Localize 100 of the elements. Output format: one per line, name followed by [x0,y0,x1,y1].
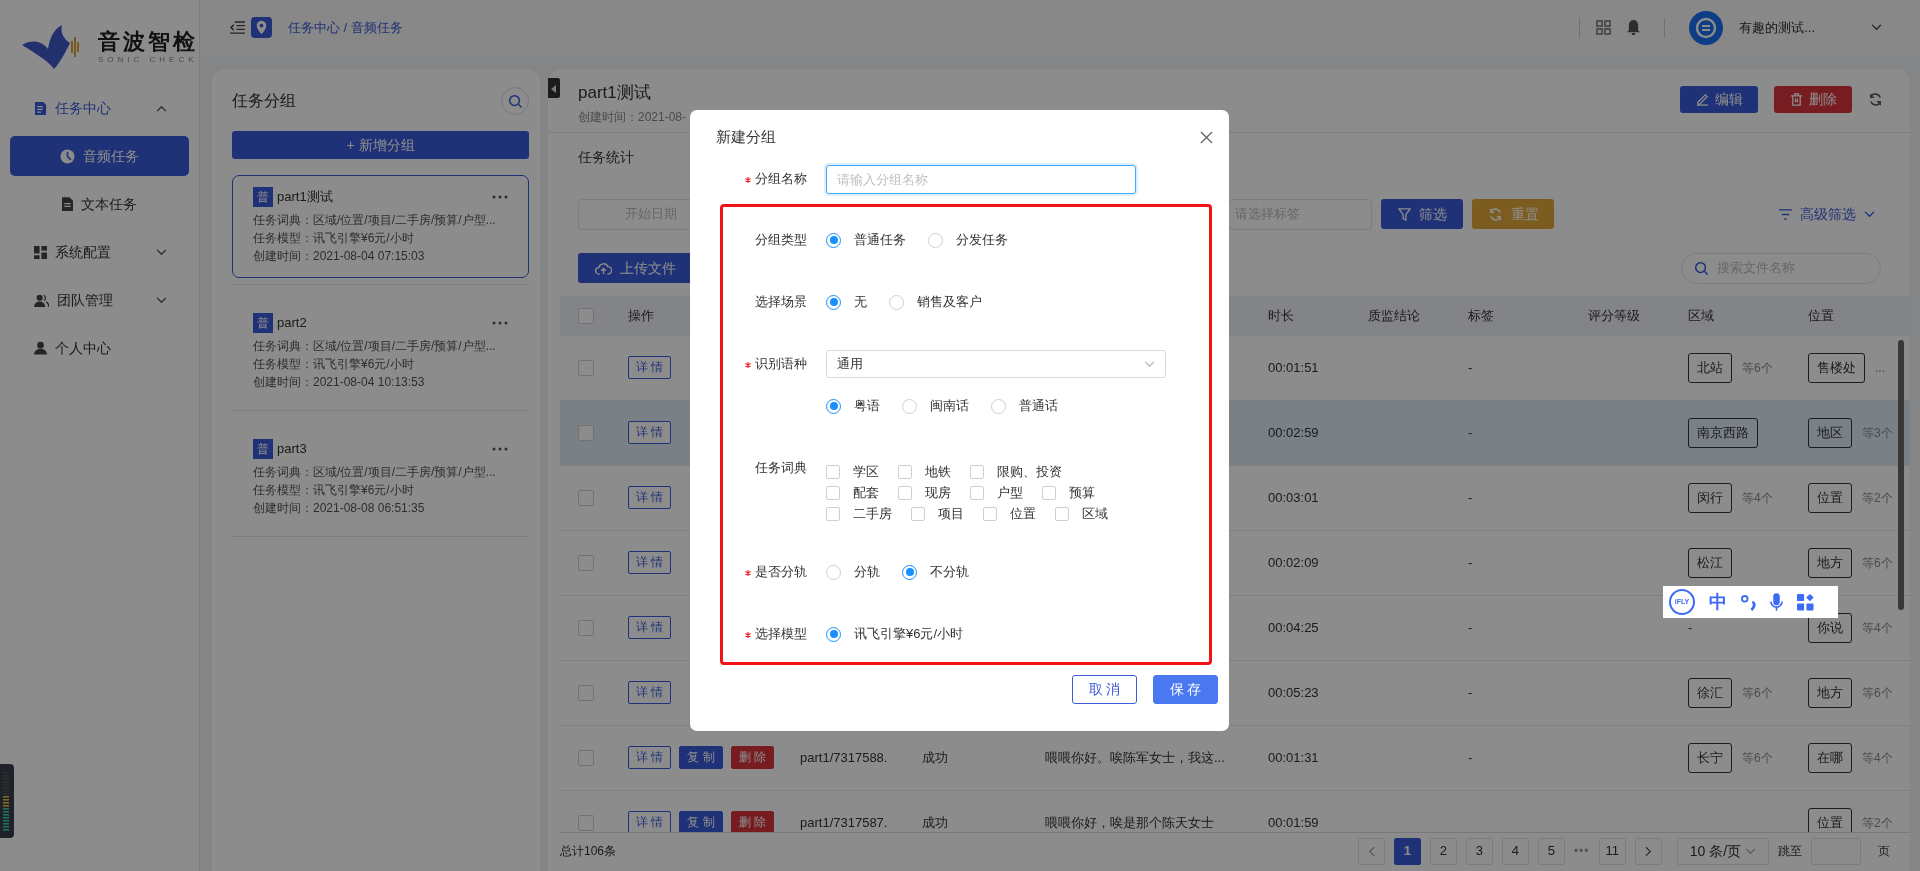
checkbox[interactable] [578,619,594,636]
breadcrumb[interactable]: 任务中心 / 音频任务 [288,17,403,38]
detail-button[interactable]: 详 情 [628,746,672,769]
checkbox-option[interactable]: 户型 [970,482,1023,503]
page-button[interactable]: 5 [1537,837,1565,865]
menu-fold-icon[interactable] [230,21,245,34]
page-button[interactable]: 4 [1501,837,1529,865]
page-button[interactable]: 2 [1429,837,1457,865]
checkbox-option[interactable]: 学区 [826,461,879,482]
group-name-field[interactable]: 请输入分组名称 [826,165,1136,194]
radio-option[interactable]: 普通任务 [826,226,906,254]
copy-button[interactable]: 复 制 [679,746,723,769]
checkbox[interactable] [578,489,594,506]
detail-button[interactable]: 详 情 [628,421,672,444]
file-name: part1/7317588. [800,748,888,767]
checkbox[interactable] [578,554,594,571]
bell-icon[interactable] [1627,20,1641,35]
location-pin-icon[interactable] [251,17,272,38]
more-icon[interactable] [492,195,508,199]
radio-option[interactable]: 不分轨 [902,558,969,586]
location-tag: 地方 [1808,547,1852,578]
group-card[interactable]: 普 part2 任务词典：区域/位置/项目/二手房/预算/户型... 任务模型：讯飞引擎¥6元/小时 创建时间：2021-08-04 10:13:53 [232,301,529,404]
checkbox-option[interactable]: 现房 [898,482,951,503]
advanced-filter-link[interactable]: 高级筛选 [1779,203,1875,225]
input-mode-toggle[interactable]: 中 [1709,588,1727,616]
document-icon [34,100,47,116]
detail-button[interactable]: 详 情 [628,551,672,574]
checkbox[interactable] [578,749,594,766]
page-button[interactable]: 1 [1393,837,1421,865]
radio-option[interactable]: 无 [826,288,867,316]
checkbox-option[interactable]: 限购、投资 [970,461,1062,482]
more-icon[interactable] [492,447,508,451]
checkbox[interactable] [578,684,594,701]
checkbox[interactable] [578,814,594,831]
checkbox-option[interactable]: 预算 [1042,482,1095,503]
sidebar-subitem[interactable]: 文本任务 [10,184,189,224]
form-label: 是否分轨 [755,564,807,579]
type-badge: 普 [253,439,273,459]
checkbox-option[interactable]: 地铁 [898,461,951,482]
avatar[interactable] [1689,10,1724,45]
collapse-handle[interactable] [548,78,560,98]
add-group-button[interactable]: + 新增分组 [232,131,529,159]
close-icon[interactable] [1200,131,1213,144]
punctuation-icon[interactable] [1741,593,1756,611]
checkbox-option[interactable]: 二手房 [826,503,892,524]
delete-button[interactable]: 删 除 [730,746,775,769]
duration-text: 00:01:51 [1268,358,1319,377]
more-count: 等2个 [1862,489,1893,507]
radio-option[interactable]: 分轨 [826,558,880,586]
sidebar-item[interactable]: 任务中心 [10,88,189,128]
detail-button[interactable]: 详 情 [628,681,672,704]
cancel-button[interactable]: 取 消 [1072,675,1137,704]
user-name[interactable]: 有趣的测试... [1739,17,1815,38]
upload-button[interactable]: 上传文件 [578,253,692,283]
apps-icon[interactable] [1797,593,1814,611]
sidebar-item[interactable]: 团队管理 [10,280,189,320]
save-button[interactable]: 保 存 [1153,675,1218,704]
form-label: 选择模型 [755,626,807,641]
group-name: part1测试 [277,188,333,207]
detail-button[interactable]: 详 情 [628,486,672,509]
checkbox-option[interactable]: 位置 [983,503,1036,524]
checkbox[interactable] [578,307,594,324]
grid-icon[interactable] [1596,20,1612,35]
language-select[interactable]: 通用 [826,350,1166,378]
detail-button[interactable]: 详 情 [628,811,672,832]
more-count: 等2个 [1862,814,1893,832]
filter-button[interactable]: 筛选 [1381,199,1463,229]
page-size-select[interactable]: 10 条/页 [1677,837,1769,865]
radio-option[interactable]: 闽南话 [902,392,969,420]
radio-option[interactable]: 粤语 [826,392,880,420]
edit-button[interactable]: 编辑 [1680,86,1758,113]
checkbox-option[interactable]: 区域 [1055,503,1108,524]
scrollbar[interactable] [1898,339,1904,610]
radio-option[interactable]: 讯飞引擎¥6元/小时 [826,620,964,648]
radio-option[interactable]: 分发任务 [928,226,1008,254]
search-icon [507,93,523,109]
chevron-down-icon[interactable] [1871,24,1882,31]
copy-button[interactable]: 复 制 [679,811,723,832]
checkbox-option[interactable]: 配套 [826,482,879,503]
sidebar-item[interactable]: 系统配置 [10,232,189,272]
microphone-icon[interactable] [1770,592,1783,612]
group-card[interactable]: 普 part3 任务词典：区域/位置/项目/二手房/预算/户型... 任务模型：讯飞引擎¥6元/小时 创建时间：2021-08-08 06:51:35 [232,427,529,530]
next-page-button[interactable] [1635,837,1662,865]
group-card[interactable]: 普 part1测试 任务词典：区域/位置/项目/二手房/预算/户型... 任务模型：讯飞引擎¥6元/小时 创建时间：2021-08-04 07:15:03 [232,175,529,278]
sidebar-item[interactable]: 个人中心 [10,328,189,368]
delete-button[interactable]: 删 除 [730,811,775,832]
delete-button[interactable]: 删除 [1774,86,1852,113]
detail-button[interactable]: 详 情 [628,616,672,639]
radio-option[interactable]: 普通话 [991,392,1058,420]
sidebar-subitem[interactable]: 音频任务 [10,136,189,176]
page-button[interactable]: 3 [1465,837,1493,865]
checkbox-option[interactable]: 项目 [911,503,964,524]
checkbox[interactable] [578,359,594,376]
radio-option[interactable]: 销售及客户 [889,288,982,316]
user-icon [34,341,47,355]
file-icon [62,197,73,211]
more-icon[interactable] [492,321,508,325]
page-button[interactable]: 11 [1598,837,1626,865]
detail-button[interactable]: 详 情 [628,356,672,379]
refresh-icon[interactable] [1868,92,1883,107]
